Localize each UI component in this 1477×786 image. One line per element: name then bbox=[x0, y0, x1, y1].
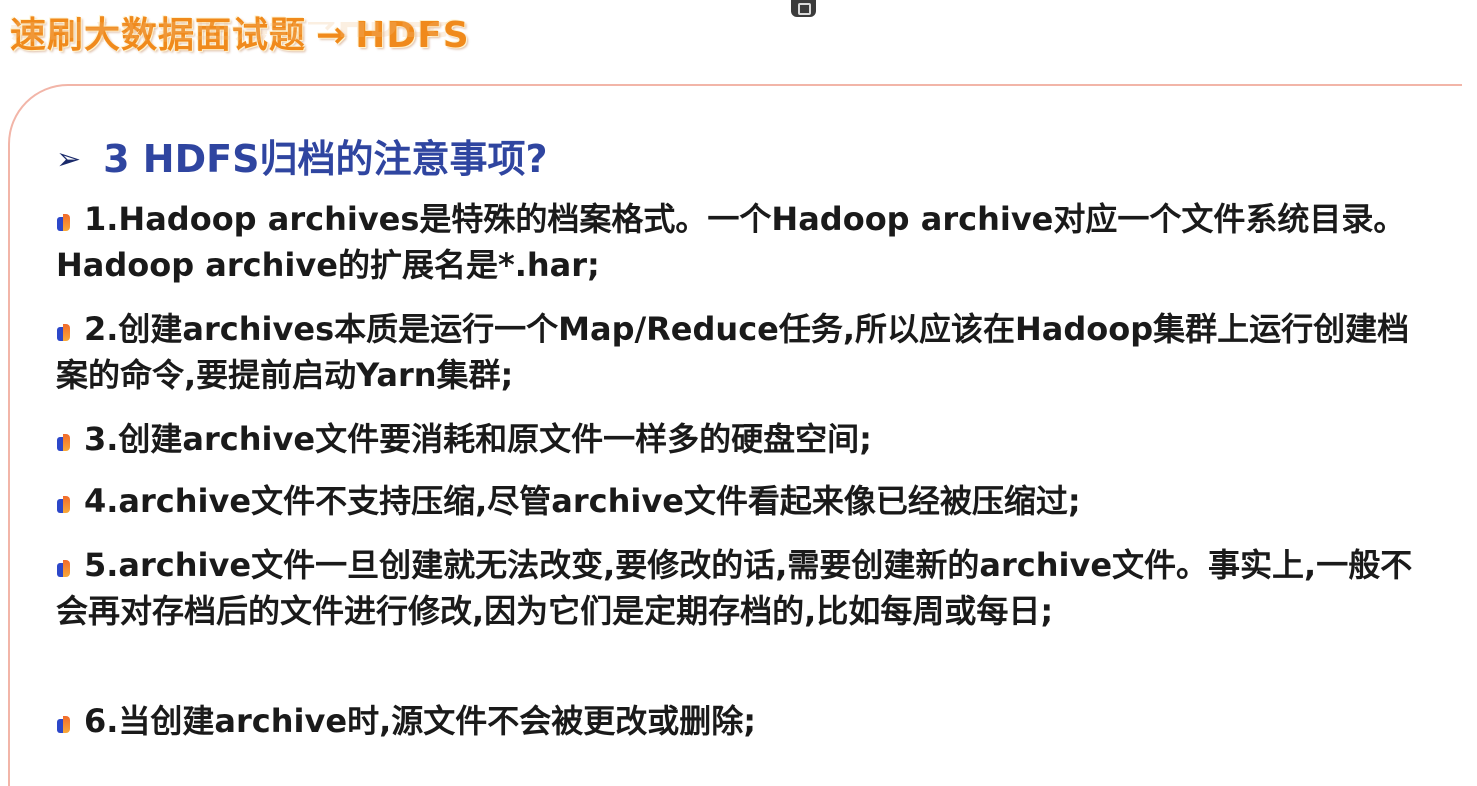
slide-banner-title: 速刷大数据面试题 → HDFS bbox=[10, 6, 470, 56]
list-item: 4.archive文件不支持压缩,尽管archive文件看起来像已经被压缩过; bbox=[56, 478, 1436, 524]
bullet-icon bbox=[56, 715, 72, 733]
list-item-text: 1.Hadoop archives是特殊的档案格式。一个Hadoop archi… bbox=[56, 200, 1406, 284]
banner-arrow: → bbox=[316, 15, 348, 56]
bullet-icon bbox=[56, 495, 72, 513]
bullet-icon bbox=[56, 323, 72, 341]
list-item-text: 3.创建archive文件要消耗和原文件一样多的硬盘空间; bbox=[84, 420, 872, 458]
bullet-icon bbox=[56, 433, 72, 451]
list-item: 6.当创建archive时,源文件不会被更改或删除; bbox=[56, 698, 1436, 744]
question-heading: ➢ 3 HDFS归档的注意事项? bbox=[56, 128, 548, 183]
banner-topic: HDFS bbox=[355, 15, 470, 56]
list-item-text: 5.archive文件一旦创建就无法改变,要修改的话,需要创建新的archive… bbox=[56, 546, 1413, 630]
list-item: 2.创建archives本质是运行一个Map/Reduce任务,所以应该在Had… bbox=[56, 306, 1436, 398]
list-item-text: 6.当创建archive时,源文件不会被更改或删除; bbox=[84, 702, 757, 740]
list-item: 5.archive文件一旦创建就无法改变,要修改的话,需要创建新的archive… bbox=[56, 542, 1436, 634]
list-item-text: 4.archive文件不支持压缩,尽管archive文件看起来像已经被压缩过; bbox=[84, 482, 1081, 520]
question-marker: ➢ bbox=[56, 142, 82, 177]
banner-title-text: 速刷大数据面试题 bbox=[10, 15, 307, 56]
bullet-icon bbox=[56, 213, 72, 231]
list-item: 1.Hadoop archives是特殊的档案格式。一个Hadoop archi… bbox=[56, 196, 1436, 288]
list-item: 3.创建archive文件要消耗和原文件一样多的硬盘空间; bbox=[56, 416, 1436, 462]
list-item-text: 2.创建archives本质是运行一个Map/Reduce任务,所以应该在Had… bbox=[56, 310, 1410, 394]
question-text: 3 HDFS归档的注意事项? bbox=[103, 137, 548, 181]
restore-window-icon[interactable] bbox=[791, 0, 816, 17]
bullet-icon bbox=[56, 559, 72, 577]
